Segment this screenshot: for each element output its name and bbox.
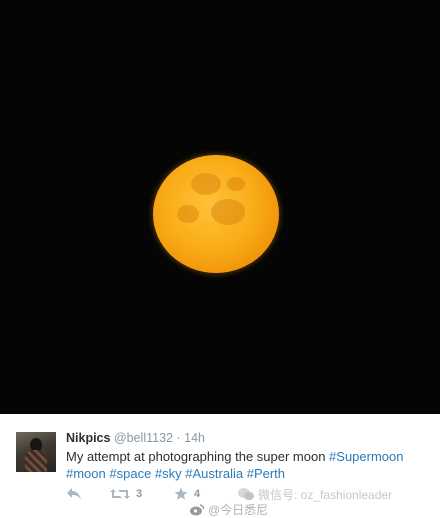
reply-button[interactable] — [66, 487, 82, 501]
timestamp[interactable]: 14h — [184, 431, 205, 445]
moon-crater — [177, 205, 199, 223]
hashtag-link[interactable]: #Australia — [185, 466, 243, 481]
hashtag-link[interactable]: #Supermoon — [329, 449, 403, 464]
supermoon-image — [153, 155, 279, 273]
avatar-body — [25, 450, 47, 472]
retweet-button[interactable]: 3 — [110, 487, 142, 501]
display-name[interactable]: Nikpics — [66, 431, 110, 445]
tweet-body: My attempt at photographing the super mo… — [66, 449, 330, 464]
moon-photo — [0, 0, 440, 414]
wechat-icon — [238, 488, 254, 501]
account-watermark: @今日悉尼 — [190, 501, 268, 518]
account-name: @今日悉尼 — [208, 503, 269, 517]
tweet-header: Nikpics @bell1132 · 14h — [66, 431, 205, 445]
retweet-count: 3 — [136, 488, 143, 500]
user-handle[interactable]: @bell1132 — [114, 431, 173, 445]
weibo-icon — [190, 503, 204, 515]
tweet-text: My attempt at photographing the super mo… — [66, 448, 436, 482]
retweet-icon — [110, 489, 130, 499]
moon-crater — [211, 199, 245, 225]
hashtag-link[interactable]: #sky — [155, 466, 182, 481]
hashtag-link[interactable]: #Perth — [247, 466, 285, 481]
hashtag-link[interactable]: #space — [109, 466, 151, 481]
moon-crater — [191, 173, 221, 195]
hashtag-link[interactable]: #moon — [66, 466, 106, 481]
separator: · — [176, 431, 181, 445]
reply-icon — [67, 488, 81, 500]
star-icon — [174, 487, 188, 500]
moon-crater — [227, 177, 245, 191]
favorite-button[interactable]: 4 — [174, 487, 200, 501]
wechat-id: 微信号: oz_fashionleader — [258, 488, 393, 502]
avatar[interactable] — [16, 432, 56, 472]
favorite-count: 4 — [194, 488, 201, 500]
